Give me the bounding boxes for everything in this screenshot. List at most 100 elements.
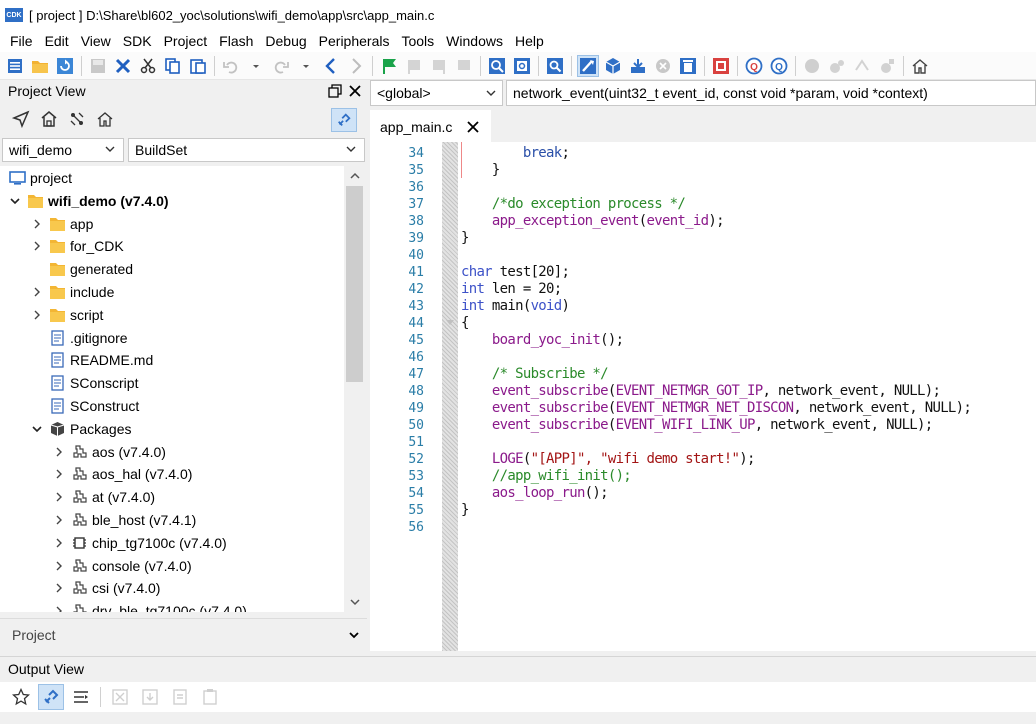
tree-item[interactable]: ble_host (v7.4.1) [0, 509, 344, 531]
menu-flash[interactable]: Flash [213, 33, 259, 49]
tree-item[interactable]: SConstruct [0, 395, 344, 417]
menu-help[interactable]: Help [509, 33, 550, 49]
project-tab-selector[interactable]: Project [0, 618, 367, 650]
back-icon[interactable] [320, 55, 342, 77]
bookmark-next-icon[interactable] [428, 55, 450, 77]
chevron-right-icon[interactable] [30, 239, 44, 253]
build-icon[interactable] [577, 54, 599, 77]
tree-item[interactable]: README.md [0, 349, 344, 371]
bookmark-prev-icon[interactable] [403, 55, 425, 77]
buildset-select[interactable]: BuildSet [128, 138, 365, 162]
tree-item[interactable]: csi (v7.4.0) [0, 577, 344, 599]
paste-icon[interactable] [187, 55, 209, 77]
chevron-right-icon[interactable] [30, 308, 44, 322]
menu-project[interactable]: Project [158, 33, 214, 49]
redo-icon[interactable] [270, 55, 292, 77]
chevron-down-icon[interactable] [8, 194, 22, 208]
step-over-icon[interactable] [851, 55, 873, 77]
scrollbar-thumb[interactable] [346, 186, 363, 382]
wrap-lines-icon[interactable] [68, 684, 94, 710]
find-icon[interactable] [486, 55, 508, 77]
scroll-up-icon[interactable] [349, 170, 361, 182]
locate-icon[interactable] [10, 108, 32, 130]
clear-output-icon[interactable] [107, 684, 133, 710]
bookmark-clear-icon[interactable] [453, 55, 475, 77]
menu-debug[interactable]: Debug [259, 33, 312, 49]
chevron-right-icon[interactable] [52, 490, 66, 504]
menu-peripherals[interactable]: Peripherals [313, 33, 396, 49]
menu-sdk[interactable]: SDK [117, 33, 158, 49]
tree-item[interactable]: script [0, 304, 344, 326]
chevron-down-icon[interactable] [30, 422, 44, 436]
tree-settings-icon[interactable] [66, 108, 88, 130]
tab-app-main[interactable]: app_main.c [370, 110, 491, 142]
tree-item[interactable]: .gitignore [0, 327, 344, 349]
chevron-right-icon[interactable] [52, 467, 66, 481]
tree-item[interactable]: drv_ble_tg7100c (v7.4.0) [0, 600, 344, 612]
flash-icon[interactable] [710, 55, 732, 77]
code-editor[interactable]: 34 35 36 37 38 39 40 41 42 43 44 45 46 47 48 49 50 51 52 53… [370, 142, 1036, 651]
step-out-icon[interactable] [876, 55, 898, 77]
undo-icon[interactable] [220, 55, 242, 77]
chevron-right-icon[interactable] [52, 445, 66, 459]
close-panel-icon[interactable] [347, 83, 363, 99]
link-output-icon[interactable] [38, 684, 64, 710]
undo-dropdown-icon[interactable] [245, 55, 267, 77]
menu-windows[interactable]: Windows [440, 33, 509, 49]
tree-item[interactable]: SConscript [0, 372, 344, 394]
code-area[interactable]: break; } /*do exception process */ app_e… [461, 142, 1036, 651]
tree-item[interactable]: at (v7.4.0) [0, 486, 344, 508]
chevron-right-icon[interactable] [52, 513, 66, 527]
close-tab-icon[interactable] [466, 120, 480, 134]
copy-output-icon[interactable] [167, 684, 193, 710]
tree-item[interactable]: aos (v7.4.0) [0, 441, 344, 463]
project-home-icon[interactable] [38, 108, 60, 130]
redo-dropdown-icon[interactable] [295, 55, 317, 77]
close-x-icon[interactable] [112, 55, 134, 77]
tree-item[interactable]: generated [0, 258, 344, 280]
debug-start-icon[interactable]: Q [743, 55, 765, 77]
step-icon[interactable] [826, 55, 848, 77]
breakpoint-icon[interactable] [801, 55, 823, 77]
chevron-right-icon[interactable] [52, 559, 66, 573]
tree-item[interactable]: app [0, 213, 344, 235]
tree-item[interactable]: Packages [0, 418, 344, 440]
save-output-icon[interactable] [137, 684, 163, 710]
tree-item[interactable]: chip_tg7100c (v7.4.0) [0, 532, 344, 554]
tree-item[interactable]: include [0, 281, 344, 303]
chevron-right-icon[interactable] [52, 581, 66, 595]
find-in-files-icon[interactable] [511, 55, 533, 77]
find-replace-icon[interactable] [544, 55, 566, 77]
new-file-icon[interactable] [4, 55, 26, 77]
fold-collapse-icon[interactable] [446, 318, 454, 326]
menu-edit[interactable]: Edit [39, 33, 75, 49]
copy-icon[interactable] [162, 55, 184, 77]
tree-item[interactable]: wifi_demo (v7.4.0) [0, 190, 344, 212]
home-outline-icon[interactable] [94, 108, 116, 130]
reload-icon[interactable] [54, 55, 76, 77]
chevron-right-icon[interactable] [30, 285, 44, 299]
star-icon[interactable] [8, 684, 34, 710]
menu-file[interactable]: File [4, 33, 39, 49]
forward-icon[interactable] [345, 55, 367, 77]
open-folder-icon[interactable] [29, 55, 51, 77]
paste-output-icon[interactable] [197, 684, 223, 710]
function-select[interactable]: network_event(uint32_t event_id, const v… [506, 80, 1036, 106]
rebuild-icon[interactable] [602, 55, 624, 77]
debug-stop-icon[interactable]: Q [768, 55, 790, 77]
save-icon[interactable] [87, 55, 109, 77]
tree-scrollbar[interactable] [344, 166, 367, 612]
home-icon[interactable] [909, 55, 931, 77]
tree-item[interactable]: project [0, 167, 344, 189]
link-editor-icon[interactable] [331, 108, 357, 132]
tree-item[interactable]: console (v7.4.0) [0, 555, 344, 577]
menu-view[interactable]: View [75, 33, 117, 49]
chevron-right-icon[interactable] [52, 604, 66, 612]
tree-item[interactable]: for_CDK [0, 235, 344, 257]
bookmark-flag-icon[interactable] [378, 55, 400, 77]
cut-icon[interactable] [137, 55, 159, 77]
undock-icon[interactable] [327, 83, 343, 99]
menu-tools[interactable]: Tools [395, 33, 440, 49]
chevron-right-icon[interactable] [30, 217, 44, 231]
clean-icon[interactable] [652, 55, 674, 77]
